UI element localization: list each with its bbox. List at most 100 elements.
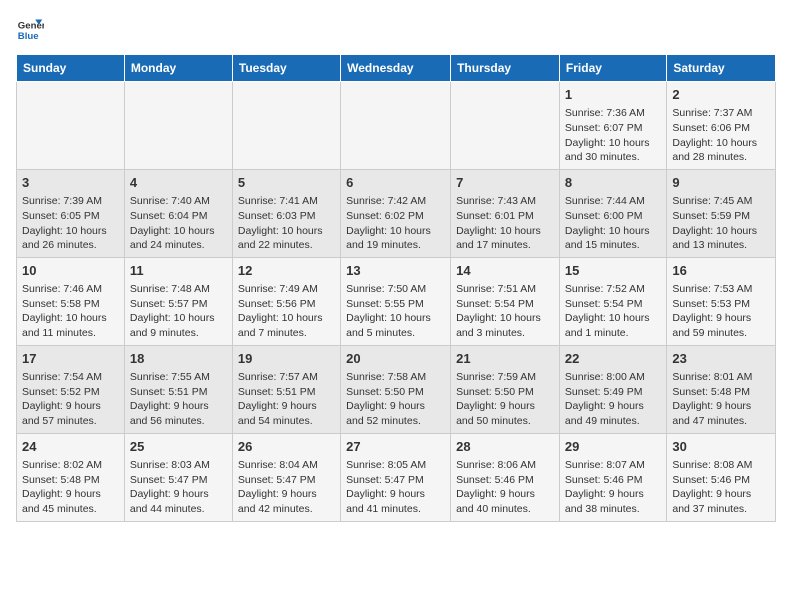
calendar-cell: 19Sunrise: 7:57 AMSunset: 5:51 PMDayligh… xyxy=(232,345,340,433)
day-info: Sunrise: 8:08 AM xyxy=(672,458,770,473)
page-header: General Blue xyxy=(16,16,776,44)
logo-icon: General Blue xyxy=(16,16,44,44)
day-info: Daylight: 10 hours and 24 minutes. xyxy=(130,224,227,253)
calendar-cell: 13Sunrise: 7:50 AMSunset: 5:55 PMDayligh… xyxy=(341,257,451,345)
day-info: Sunrise: 8:05 AM xyxy=(346,458,445,473)
day-info: Sunset: 5:50 PM xyxy=(456,385,554,400)
day-number: 2 xyxy=(672,86,770,104)
day-number: 16 xyxy=(672,262,770,280)
day-info: Daylight: 9 hours and 41 minutes. xyxy=(346,487,445,516)
day-info: Daylight: 10 hours and 26 minutes. xyxy=(22,224,119,253)
day-info: Sunset: 6:05 PM xyxy=(22,209,119,224)
day-info: Sunset: 5:59 PM xyxy=(672,209,770,224)
weekday-header-thursday: Thursday xyxy=(451,55,560,82)
day-info: Daylight: 10 hours and 30 minutes. xyxy=(565,136,661,165)
day-info: Sunset: 5:58 PM xyxy=(22,297,119,312)
day-info: Sunset: 5:48 PM xyxy=(22,473,119,488)
day-info: Sunrise: 8:04 AM xyxy=(238,458,335,473)
logo: General Blue xyxy=(16,16,48,44)
day-info: Daylight: 9 hours and 42 minutes. xyxy=(238,487,335,516)
calendar-cell: 5Sunrise: 7:41 AMSunset: 6:03 PMDaylight… xyxy=(232,169,340,257)
day-info: Sunset: 6:00 PM xyxy=(565,209,661,224)
day-info: Daylight: 10 hours and 7 minutes. xyxy=(238,311,335,340)
day-info: Sunset: 6:01 PM xyxy=(456,209,554,224)
day-info: Daylight: 9 hours and 56 minutes. xyxy=(130,399,227,428)
day-info: Daylight: 10 hours and 22 minutes. xyxy=(238,224,335,253)
calendar-cell xyxy=(232,82,340,170)
day-info: Daylight: 10 hours and 1 minute. xyxy=(565,311,661,340)
day-info: Sunrise: 7:45 AM xyxy=(672,194,770,209)
day-number: 11 xyxy=(130,262,227,280)
day-info: Sunset: 5:54 PM xyxy=(456,297,554,312)
day-info: Daylight: 9 hours and 45 minutes. xyxy=(22,487,119,516)
weekday-header-wednesday: Wednesday xyxy=(341,55,451,82)
day-info: Sunrise: 7:55 AM xyxy=(130,370,227,385)
day-info: Daylight: 10 hours and 5 minutes. xyxy=(346,311,445,340)
calendar-cell xyxy=(17,82,125,170)
day-info: Daylight: 9 hours and 57 minutes. xyxy=(22,399,119,428)
day-info: Sunrise: 7:52 AM xyxy=(565,282,661,297)
weekday-header-tuesday: Tuesday xyxy=(232,55,340,82)
day-info: Daylight: 9 hours and 40 minutes. xyxy=(456,487,554,516)
calendar-cell: 20Sunrise: 7:58 AMSunset: 5:50 PMDayligh… xyxy=(341,345,451,433)
calendar-cell: 15 Sunrise: 7:52 AMSunset: 5:54 PMDayligh… xyxy=(559,257,666,345)
day-info: Daylight: 9 hours and 37 minutes. xyxy=(672,487,770,516)
day-info: Sunrise: 7:44 AM xyxy=(565,194,661,209)
day-info: Sunrise: 7:50 AM xyxy=(346,282,445,297)
calendar-cell: 29Sunrise: 8:07 AMSunset: 5:46 PMDayligh… xyxy=(559,433,666,521)
day-info: Sunrise: 7:42 AM xyxy=(346,194,445,209)
day-info: Daylight: 10 hours and 9 minutes. xyxy=(130,311,227,340)
day-info: Daylight: 9 hours and 59 minutes. xyxy=(672,311,770,340)
day-info: Sunrise: 7:36 AM xyxy=(565,106,661,121)
day-info: Sunset: 5:47 PM xyxy=(346,473,445,488)
calendar-week-row: 17Sunrise: 7:54 AMSunset: 5:52 PMDayligh… xyxy=(17,345,776,433)
day-info: Daylight: 10 hours and 17 minutes. xyxy=(456,224,554,253)
calendar-cell: 28Sunrise: 8:06 AMSunset: 5:46 PMDayligh… xyxy=(451,433,560,521)
day-number: 3 xyxy=(22,174,119,192)
day-info: Sunrise: 8:03 AM xyxy=(130,458,227,473)
day-info: Sunrise: 7:53 AM xyxy=(672,282,770,297)
day-info: Daylight: 10 hours and 11 minutes. xyxy=(22,311,119,340)
day-number: 15 xyxy=(565,262,661,280)
day-number: 14 xyxy=(456,262,554,280)
day-number: 25 xyxy=(130,438,227,456)
day-info: Sunrise: 7:46 AM xyxy=(22,282,119,297)
calendar-cell: 26Sunrise: 8:04 AMSunset: 5:47 PMDayligh… xyxy=(232,433,340,521)
day-info: Daylight: 9 hours and 49 minutes. xyxy=(565,399,661,428)
calendar-cell: 7Sunrise: 7:43 AMSunset: 6:01 PMDaylight… xyxy=(451,169,560,257)
calendar-cell: 22Sunrise: 8:00 AMSunset: 5:49 PMDayligh… xyxy=(559,345,666,433)
day-info: Sunset: 5:48 PM xyxy=(672,385,770,400)
day-info: Sunset: 6:07 PM xyxy=(565,121,661,136)
calendar-cell: 4Sunrise: 7:40 AMSunset: 6:04 PMDaylight… xyxy=(124,169,232,257)
day-info: Sunset: 5:57 PM xyxy=(130,297,227,312)
day-info: Sunrise: 8:07 AM xyxy=(565,458,661,473)
weekday-header-friday: Friday xyxy=(559,55,666,82)
day-number: 23 xyxy=(672,350,770,368)
day-number: 12 xyxy=(238,262,335,280)
calendar-week-row: 3Sunrise: 7:39 AMSunset: 6:05 PMDaylight… xyxy=(17,169,776,257)
day-number: 13 xyxy=(346,262,445,280)
calendar-cell: 12Sunrise: 7:49 AMSunset: 5:56 PMDayligh… xyxy=(232,257,340,345)
weekday-header-row: SundayMondayTuesdayWednesdayThursdayFrid… xyxy=(17,55,776,82)
day-info: Sunset: 5:54 PM xyxy=(565,297,661,312)
day-info: Daylight: 10 hours and 3 minutes. xyxy=(456,311,554,340)
day-info: Sunset: 5:51 PM xyxy=(130,385,227,400)
calendar-cell: 8Sunrise: 7:44 AMSunset: 6:00 PMDaylight… xyxy=(559,169,666,257)
day-info: Daylight: 9 hours and 54 minutes. xyxy=(238,399,335,428)
day-number: 28 xyxy=(456,438,554,456)
day-info: Sunset: 5:53 PM xyxy=(672,297,770,312)
svg-text:Blue: Blue xyxy=(18,31,39,42)
day-info: Sunrise: 7:49 AM xyxy=(238,282,335,297)
calendar-cell: 18Sunrise: 7:55 AMSunset: 5:51 PMDayligh… xyxy=(124,345,232,433)
day-info: Sunset: 5:46 PM xyxy=(456,473,554,488)
calendar-cell xyxy=(341,82,451,170)
day-info: Sunset: 6:06 PM xyxy=(672,121,770,136)
weekday-header-saturday: Saturday xyxy=(667,55,776,82)
calendar-cell: 11Sunrise: 7:48 AMSunset: 5:57 PMDayligh… xyxy=(124,257,232,345)
calendar-cell: 3Sunrise: 7:39 AMSunset: 6:05 PMDaylight… xyxy=(17,169,125,257)
calendar-cell: 21Sunrise: 7:59 AMSunset: 5:50 PMDayligh… xyxy=(451,345,560,433)
calendar-cell: 2Sunrise: 7:37 AMSunset: 6:06 PMDaylight… xyxy=(667,82,776,170)
calendar-cell: 6Sunrise: 7:42 AMSunset: 6:02 PMDaylight… xyxy=(341,169,451,257)
day-info: Sunrise: 7:37 AM xyxy=(672,106,770,121)
day-info: Daylight: 10 hours and 13 minutes. xyxy=(672,224,770,253)
